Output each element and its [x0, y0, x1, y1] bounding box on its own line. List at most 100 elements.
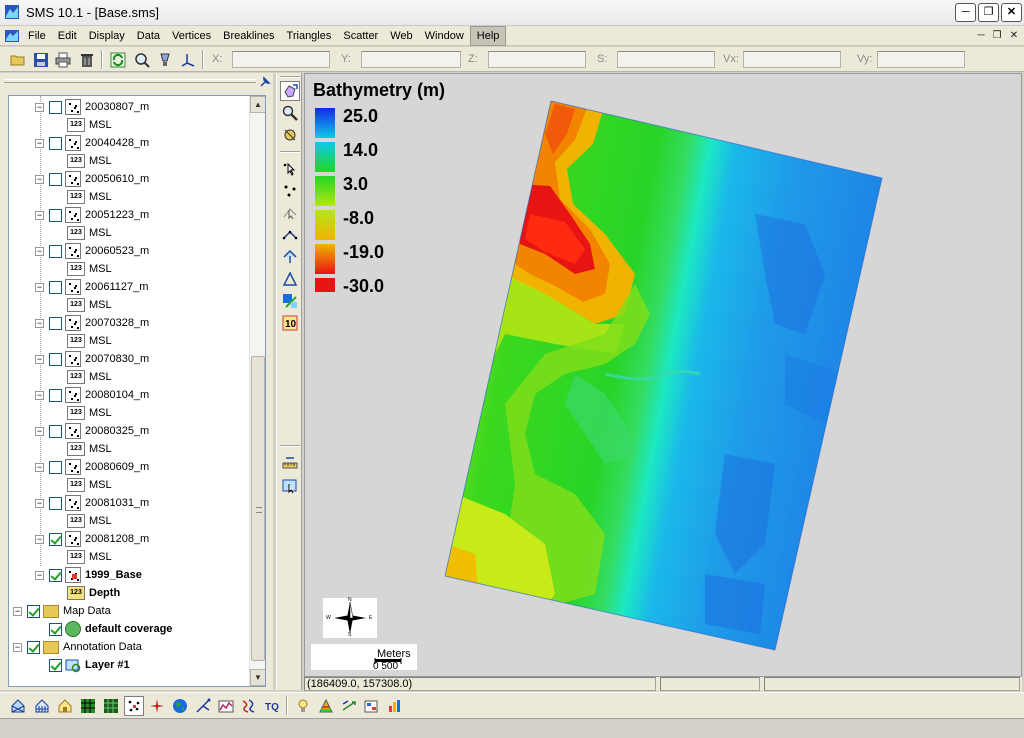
coord-field-x[interactable] — [232, 51, 330, 68]
zoom-tool-button[interactable] — [280, 103, 300, 123]
dataset-visibility-checkbox[interactable] — [49, 244, 62, 258]
tree-item-dataset-child[interactable]: 123 MSL — [67, 116, 112, 134]
dataset-visibility-checkbox[interactable] — [49, 424, 62, 438]
tree-item-dataset-child[interactable]: 123 MSL — [67, 224, 112, 242]
cartesian-module-button[interactable] — [78, 696, 98, 716]
scroll-thumb[interactable] — [251, 356, 265, 661]
menu-triangles[interactable]: Triangles — [281, 26, 338, 46]
expand-collapse-toggle[interactable]: − — [35, 174, 44, 184]
create-breakline-button[interactable] — [280, 225, 300, 245]
expand-collapse-toggle[interactable]: − — [35, 498, 44, 508]
menu-data[interactable]: Data — [131, 26, 166, 46]
tree-item-annotation-data[interactable]: − Annotation Data — [13, 638, 142, 656]
map-module-button[interactable] — [147, 696, 167, 716]
tree-item-depth[interactable]: 123 Depth — [67, 584, 120, 602]
coord-field-z[interactable] — [488, 51, 586, 68]
dataset-visibility-checkbox[interactable] — [49, 208, 62, 222]
layer-visibility-checkbox[interactable] — [49, 658, 62, 672]
dataset-visibility-checkbox[interactable] — [49, 100, 62, 114]
annotation-tool-button[interactable] — [280, 476, 300, 496]
menu-file[interactable]: File — [22, 26, 52, 46]
coord-field-s[interactable] — [617, 51, 715, 68]
particle-module-button[interactable] — [193, 696, 213, 716]
expand-collapse-toggle[interactable]: − — [35, 354, 44, 364]
expand-collapse-toggle[interactable]: − — [35, 246, 44, 256]
menu-breaklines[interactable]: Breaklines — [217, 26, 280, 46]
menu-window[interactable]: Window — [419, 26, 470, 46]
tree-item-dataset[interactable]: − 20051223_m — [35, 206, 149, 224]
mesh-module-button[interactable] — [8, 696, 28, 716]
tree-item-map-data[interactable]: − Map Data — [13, 602, 111, 620]
coverage-visibility-checkbox[interactable] — [49, 622, 62, 636]
panel-grip[interactable] — [4, 79, 256, 83]
tree-item-dataset-child[interactable]: 123 MSL — [67, 404, 112, 422]
light-button[interactable] — [155, 50, 174, 69]
tree-item-dataset-child[interactable]: 123 MSL — [67, 188, 112, 206]
tree-item-dataset[interactable]: − 20030807_m — [35, 98, 149, 116]
gis-module-button[interactable] — [170, 696, 190, 716]
expand-collapse-toggle[interactable]: − — [35, 426, 44, 436]
document-icon[interactable] — [4, 28, 20, 44]
expand-collapse-toggle[interactable]: − — [13, 642, 22, 652]
menu-web[interactable]: Web — [384, 26, 418, 46]
dataset-visibility-checkbox[interactable] — [49, 316, 62, 330]
expand-collapse-toggle[interactable]: − — [35, 138, 44, 148]
scatter-grid-module-button[interactable] — [55, 696, 75, 716]
dataset-visibility-checkbox[interactable] — [49, 280, 62, 294]
tree-item-dataset-child[interactable]: 123 MSL — [67, 368, 112, 386]
dataset-visibility-checkbox[interactable] — [49, 388, 62, 402]
dataset-visibility-checkbox[interactable] — [49, 496, 62, 510]
dataset-visibility-checkbox[interactable] — [49, 136, 62, 150]
save-button[interactable] — [31, 50, 50, 69]
curvilinear-module-button[interactable] — [101, 696, 121, 716]
mdi-minimize-button[interactable]: ─ — [974, 29, 988, 42]
project-explorer-tree[interactable]: −20030807_m 123 MSL −20040428_m 123 MSL −20050… — [8, 95, 266, 687]
tree-item-dataset[interactable]: − 20070328_m — [35, 314, 149, 332]
annotation-visibility-checkbox[interactable] — [27, 640, 40, 654]
coord-field-vy[interactable] — [877, 51, 965, 68]
print-button[interactable] — [53, 50, 72, 69]
expand-collapse-toggle[interactable]: − — [35, 570, 44, 580]
expand-collapse-toggle[interactable]: − — [35, 282, 44, 292]
tree-item-dataset[interactable]: − 20080325_m — [35, 422, 149, 440]
tree-item-dataset-child[interactable]: 123 MSL — [67, 296, 112, 314]
coord-field-y[interactable] — [361, 51, 461, 68]
graphics-window[interactable]: Bathymetry (m) 25.0 14.0 3.0 -8.0 -19.0 -30.0… — [304, 73, 1022, 677]
map-data-visibility-checkbox[interactable] — [27, 604, 40, 618]
close-button[interactable]: ✕ — [1001, 3, 1022, 22]
menu-help[interactable]: Help — [469, 26, 507, 46]
pan-tool-button[interactable] — [280, 81, 300, 101]
expand-collapse-toggle[interactable]: − — [35, 102, 44, 112]
bathymetry-map[interactable] — [305, 74, 1022, 677]
tree-item-dataset[interactable]: − 20061127_m — [35, 278, 148, 296]
tree-item-dataset[interactable]: − 20040428_m — [35, 134, 149, 152]
tree-item-dataset-child[interactable]: 123 MSL — [67, 260, 112, 278]
tree-item-dataset-child[interactable]: 123 MSL — [67, 476, 112, 494]
refresh-button[interactable] — [108, 50, 127, 69]
restore-button[interactable]: ❐ — [978, 3, 999, 22]
tree-item-coverage[interactable]: default coverage — [49, 620, 172, 638]
menu-edit[interactable]: Edit — [52, 26, 83, 46]
open-button[interactable] — [8, 50, 27, 69]
grid-module-button[interactable] — [32, 696, 52, 716]
mdi-restore-button[interactable]: ❐ — [990, 29, 1004, 42]
expand-collapse-toggle[interactable]: − — [35, 534, 44, 544]
minimize-button[interactable]: ─ — [955, 3, 976, 22]
expand-collapse-toggle[interactable]: − — [35, 462, 44, 472]
generic-model-module-button[interactable]: TQ — [262, 696, 282, 716]
contours-options-button[interactable] — [316, 696, 336, 716]
create-vertex-button[interactable] — [280, 181, 300, 201]
river-module-button[interactable] — [239, 696, 259, 716]
1d-grid-module-button[interactable] — [216, 696, 236, 716]
select-vertex-button[interactable] — [280, 159, 300, 179]
tree-item-dataset-child[interactable]: 123 MSL — [67, 152, 112, 170]
menu-display[interactable]: Display — [83, 26, 131, 46]
tree-item-dataset-child[interactable]: 123 MSL — [67, 512, 112, 530]
coord-field-vx[interactable] — [743, 51, 841, 68]
dataset-visibility-checkbox[interactable] — [49, 532, 62, 546]
tree-item-dataset[interactable]: − 20060523_m — [35, 242, 149, 260]
menu-scatter[interactable]: Scatter — [337, 26, 384, 46]
tree-item-dataset[interactable]: − 20081031_m — [35, 494, 149, 512]
dataset-visibility-checkbox[interactable] — [49, 460, 62, 474]
dataset-visibility-checkbox[interactable] — [49, 172, 62, 186]
